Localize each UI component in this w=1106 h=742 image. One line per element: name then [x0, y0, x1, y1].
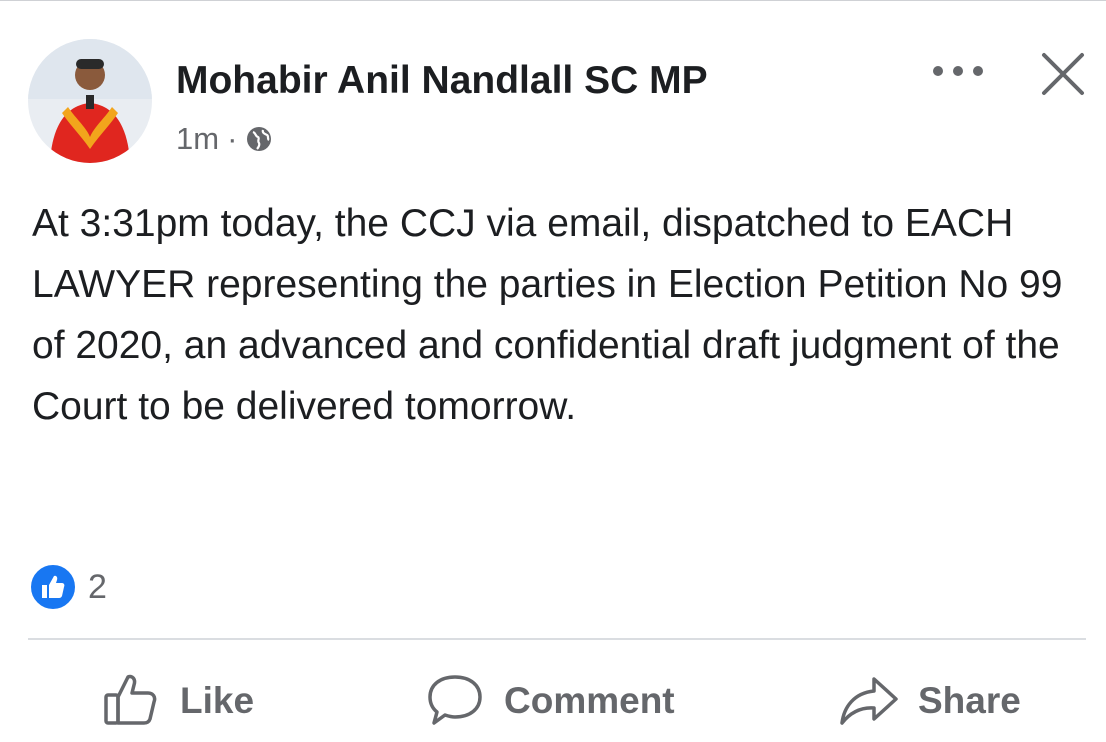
- like-button[interactable]: Like: [100, 669, 254, 731]
- share-label: Share: [918, 679, 1021, 721]
- reaction-count: 2: [88, 567, 107, 606]
- comment-button[interactable]: Comment: [424, 669, 675, 731]
- comment-bubble-icon: [428, 675, 482, 725]
- globe-icon: [247, 126, 272, 151]
- post-meta: 1m ·: [176, 123, 273, 154]
- close-button[interactable]: [1036, 47, 1090, 101]
- action-divider: [28, 638, 1086, 640]
- meta-separator: ·: [227, 121, 238, 156]
- like-label: Like: [180, 679, 255, 721]
- author-name[interactable]: Mohabir Anil Nandlall SC MP: [176, 61, 708, 100]
- avatar-image: [28, 39, 152, 163]
- comment-label: Comment: [504, 679, 675, 721]
- facebook-post: Mohabir Anil Nandlall SC MP 1m · At 3:31…: [0, 0, 1106, 742]
- more-options-icon: [933, 66, 983, 76]
- share-arrow-icon: [840, 677, 898, 725]
- post-timestamp[interactable]: 1m: [176, 123, 219, 154]
- author-avatar[interactable]: [28, 39, 152, 163]
- more-options-button[interactable]: [930, 55, 986, 87]
- post-body-text: At 3:31pm today, the CCJ via email, disp…: [32, 202, 1063, 428]
- like-reaction-icon: [29, 563, 77, 611]
- reaction-summary[interactable]: 2: [28, 562, 107, 612]
- thumbs-up-icon: [104, 674, 157, 725]
- close-icon: [1042, 53, 1084, 95]
- share-button[interactable]: Share: [838, 669, 1021, 731]
